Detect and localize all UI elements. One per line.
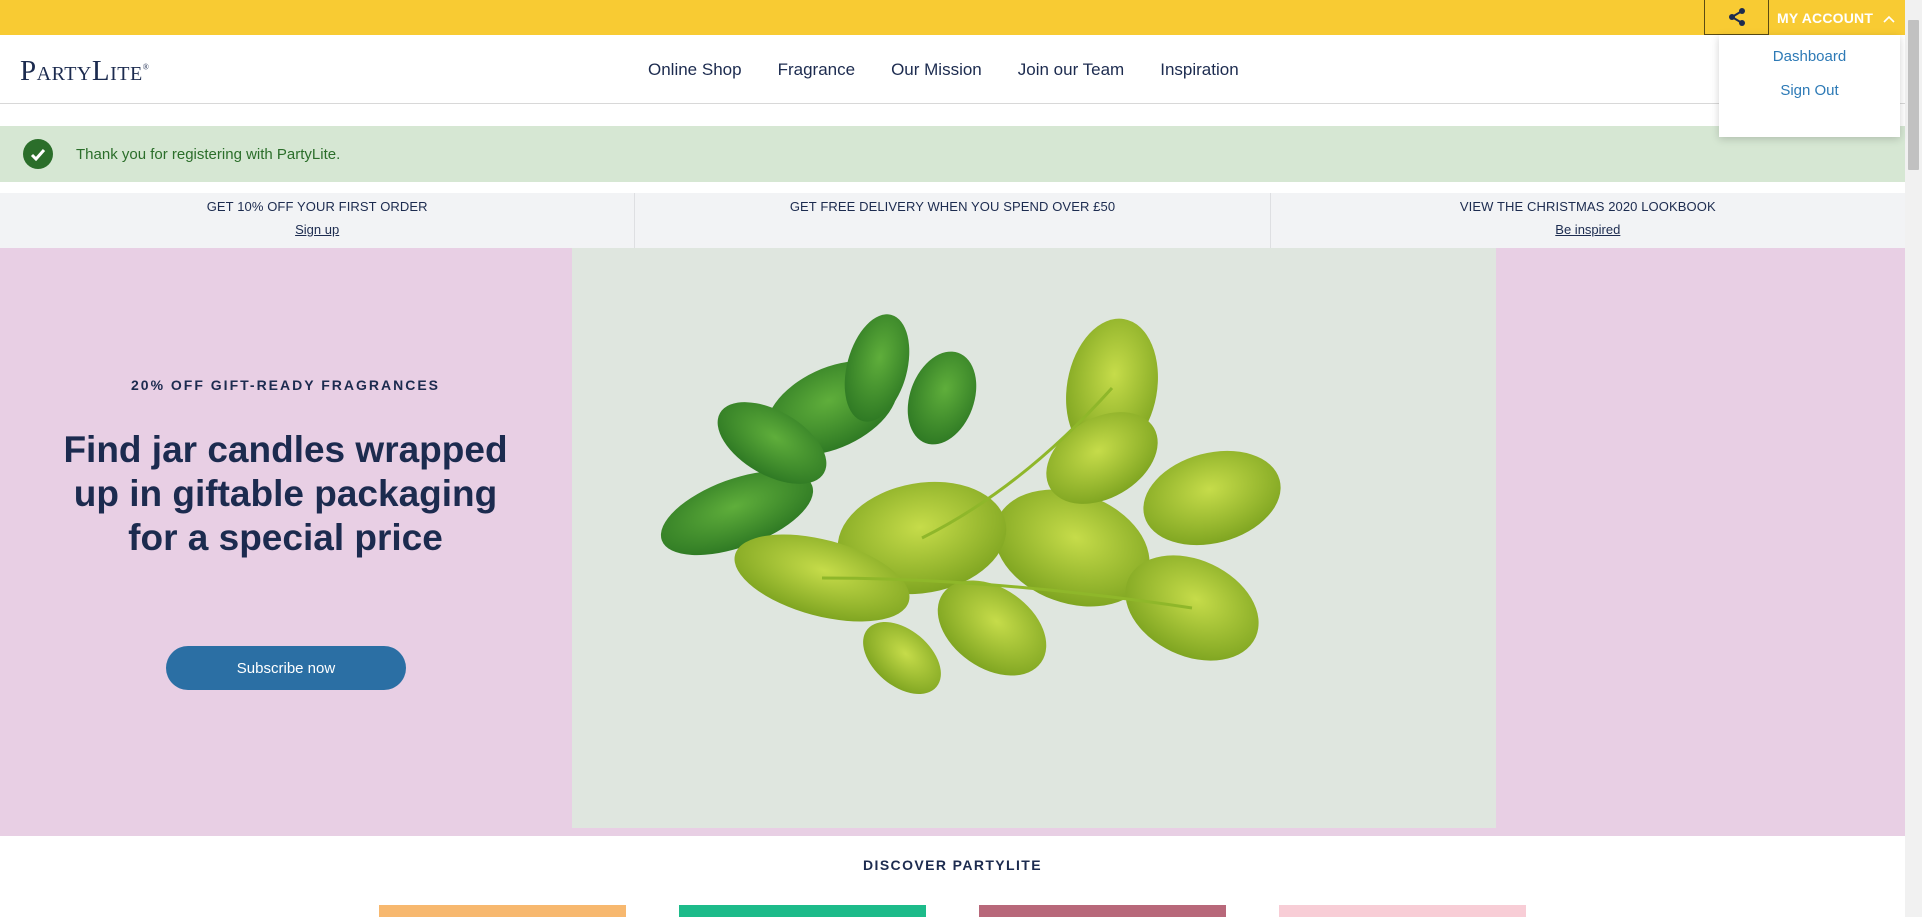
promo-strip: GET 10% OFF YOUR FIRST ORDER Sign up GET… bbox=[0, 193, 1905, 248]
top-utility-bar: MY ACCOUNT bbox=[0, 0, 1905, 35]
account-dropdown: Dashboard Sign Out bbox=[1719, 35, 1900, 137]
hero-eyebrow: 20% OFF GIFT-READY FRAGRANCES bbox=[131, 377, 440, 393]
promo-title: VIEW THE CHRISTMAS 2020 LOOKBOOK bbox=[1459, 199, 1716, 214]
promo-free-delivery: GET FREE DELIVERY WHEN YOU SPEND OVER £5… bbox=[635, 193, 1271, 248]
discover-tile-4[interactable] bbox=[1279, 905, 1526, 917]
success-message: Thank you for registering with PartyLite… bbox=[76, 145, 341, 163]
check-circle-icon bbox=[23, 139, 53, 169]
my-account-button[interactable]: MY ACCOUNT bbox=[1769, 0, 1905, 35]
share-icon bbox=[1728, 8, 1745, 26]
page-scrollbar[interactable] bbox=[1905, 0, 1922, 917]
herb-leaves-illustration bbox=[660, 314, 1281, 695]
logo-registered-mark: ® bbox=[142, 62, 150, 72]
hero-copy: 20% OFF GIFT-READY FRAGRANCES Find jar c… bbox=[0, 248, 571, 836]
nav-online-shop[interactable]: Online Shop bbox=[648, 60, 742, 80]
main-nav: Online Shop Fragrance Our Mission Join o… bbox=[630, 35, 1257, 104]
share-button[interactable] bbox=[1704, 0, 1769, 35]
nav-inspiration[interactable]: Inspiration bbox=[1160, 60, 1238, 80]
hero-banner: 20% OFF GIFT-READY FRAGRANCES Find jar c… bbox=[0, 248, 1905, 836]
promo-title: GET 10% OFF YOUR FIRST ORDER bbox=[206, 199, 428, 214]
promo-sign-up-link[interactable]: Sign up bbox=[295, 222, 339, 237]
dropdown-dashboard-link[interactable]: Dashboard bbox=[1719, 48, 1900, 65]
scrollbar-thumb[interactable] bbox=[1908, 20, 1919, 170]
logo-text: PartyLite bbox=[20, 55, 143, 87]
success-banner: Thank you for registering with PartyLite… bbox=[0, 126, 1905, 182]
promo-title: GET FREE DELIVERY WHEN YOU SPEND OVER £5… bbox=[789, 199, 1116, 214]
promo-be-inspired-link[interactable]: Be inspired bbox=[1555, 222, 1620, 237]
dropdown-sign-out-link[interactable]: Sign Out bbox=[1719, 82, 1900, 99]
nav-our-mission[interactable]: Our Mission bbox=[891, 60, 982, 80]
hero-image-basil-leaves[interactable] bbox=[572, 248, 1496, 828]
promo-first-order: GET 10% OFF YOUR FIRST ORDER Sign up bbox=[0, 193, 636, 248]
hero-headline: Find jar candles wrapped up in giftable … bbox=[63, 429, 508, 558]
nav-join-our-team[interactable]: Join our Team bbox=[1018, 60, 1124, 80]
chevron-up-icon bbox=[1883, 10, 1895, 26]
nav-fragrance[interactable]: Fragrance bbox=[778, 60, 855, 80]
discover-tile-3[interactable] bbox=[979, 905, 1226, 917]
discover-tile-2[interactable] bbox=[679, 905, 926, 917]
my-account-label: MY ACCOUNT bbox=[1777, 9, 1874, 26]
discover-section-title: DISCOVER PARTYLITE bbox=[863, 857, 1042, 873]
discover-tile-1[interactable] bbox=[379, 905, 626, 917]
subscribe-now-button[interactable]: Subscribe now bbox=[166, 646, 406, 690]
site-header: PartyLite® Online Shop Fragrance Our Mis… bbox=[0, 35, 1905, 104]
promo-lookbook: VIEW THE CHRISTMAS 2020 LOOKBOOK Be insp… bbox=[1271, 193, 1905, 248]
partylite-logo[interactable]: PartyLite® bbox=[20, 55, 149, 88]
